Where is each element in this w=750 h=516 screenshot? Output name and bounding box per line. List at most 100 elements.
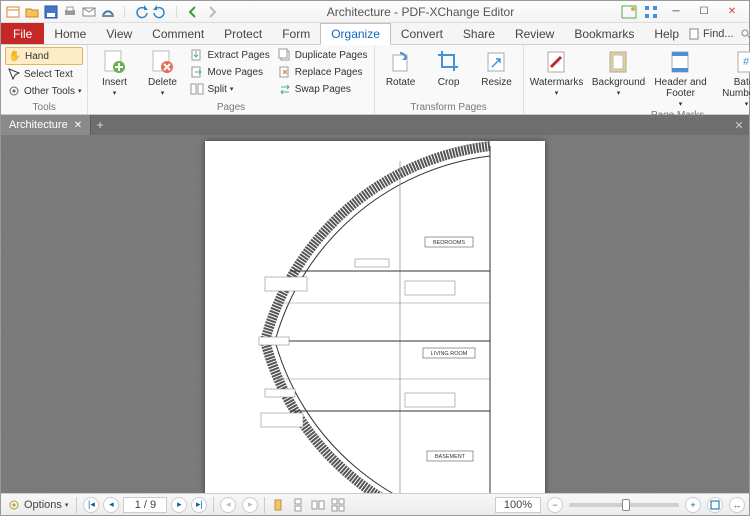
tabstrip-close-icon[interactable]: ✕ xyxy=(729,115,749,135)
insert-icon xyxy=(101,49,127,75)
tab-comment[interactable]: Comment xyxy=(142,23,214,44)
next-page-button[interactable]: ▸ xyxy=(171,497,187,513)
group-transform-label: Transform Pages xyxy=(379,101,519,114)
maximize-button[interactable]: ☐ xyxy=(691,2,717,22)
move-pages-button[interactable]: Move Pages xyxy=(188,64,271,80)
zoom-value[interactable]: 100% xyxy=(495,497,541,513)
document-tab-label: Architecture xyxy=(9,119,68,131)
print-icon[interactable] xyxy=(62,4,78,20)
last-page-button[interactable]: ▸| xyxy=(191,497,207,513)
save-icon[interactable] xyxy=(43,4,59,20)
app-menu-icon[interactable] xyxy=(5,4,21,20)
find-button[interactable]: Find... xyxy=(689,28,734,40)
document-tab-close-icon[interactable]: ✕ xyxy=(74,120,82,131)
delete-pages-button[interactable]: Delete▾ xyxy=(140,47,184,98)
duplicate-pages-button[interactable]: Duplicate Pages xyxy=(276,47,370,63)
background-button[interactable]: Background▾ xyxy=(590,47,648,98)
nav-back-icon[interactable] xyxy=(185,4,201,20)
undo-icon[interactable] xyxy=(133,4,149,20)
search-button[interactable]: Search... xyxy=(740,28,750,40)
watermark-icon xyxy=(544,49,570,75)
document-viewport[interactable]: BEDROOMS LIVING ROOM BASEMENT xyxy=(1,135,749,493)
group-tools-label: Tools xyxy=(5,101,83,114)
redo-icon[interactable] xyxy=(152,4,168,20)
replace-pages-button[interactable]: Replace Pages xyxy=(276,64,370,80)
pdf-page: BEDROOMS LIVING ROOM BASEMENT xyxy=(205,141,545,493)
prev-page-button[interactable]: ◂ xyxy=(103,497,119,513)
zoom-out-button[interactable]: − xyxy=(547,497,563,513)
document-tab-strip: Architecture ✕ + ✕ xyxy=(1,115,749,135)
svg-text:BASEMENT: BASEMENT xyxy=(435,454,466,460)
first-page-button[interactable]: |◂ xyxy=(83,497,99,513)
tab-protect[interactable]: Protect xyxy=(214,23,272,44)
document-tab[interactable]: Architecture ✕ xyxy=(1,115,91,135)
tab-view[interactable]: View xyxy=(96,23,142,44)
tab-help[interactable]: Help xyxy=(644,23,689,44)
quick-launch-icon[interactable] xyxy=(643,4,659,20)
resize-button[interactable]: Resize xyxy=(475,47,519,88)
zoom-in-button[interactable]: + xyxy=(685,497,701,513)
background-icon xyxy=(606,49,632,75)
tab-review[interactable]: Review xyxy=(505,23,564,44)
quick-access-toolbar: ｜ ｜ xyxy=(1,4,224,20)
title-bar: ｜ ｜ Architecture - PDF-XChange Editor ─ … xyxy=(1,1,749,23)
group-pages: Insert▾ Delete▾ Extract Pages Move Pages… xyxy=(88,45,374,114)
group-page-marks: Watermarks▾ Background▾ Header and Foote… xyxy=(524,45,750,114)
add-tab-button[interactable]: + xyxy=(91,115,109,135)
rotate-button[interactable]: Rotate xyxy=(379,47,423,88)
tab-convert[interactable]: Convert xyxy=(391,23,453,44)
ui-options-icon[interactable] xyxy=(621,4,637,20)
tab-bookmarks[interactable]: Bookmarks xyxy=(564,23,644,44)
tab-form[interactable]: Form xyxy=(272,23,320,44)
mail-icon[interactable] xyxy=(81,4,97,20)
minimize-button[interactable]: ─ xyxy=(663,2,689,22)
layout-two-continuous-icon[interactable] xyxy=(331,498,345,512)
resize-icon xyxy=(484,49,510,75)
status-bar: Options ▾ |◂ ◂ 1 / 9 ▸ ▸| ◂ ▸ 100% − + ↔ xyxy=(1,493,749,515)
group-transform: Rotate Crop Resize Transform Pages xyxy=(375,45,524,114)
history-back-button[interactable]: ◂ xyxy=(220,497,236,513)
group-pages-label: Pages xyxy=(92,101,369,114)
tab-share[interactable]: Share xyxy=(453,23,505,44)
layout-single-icon[interactable] xyxy=(271,498,285,512)
open-icon[interactable] xyxy=(24,4,40,20)
fit-page-button[interactable] xyxy=(707,497,723,513)
rotate-icon xyxy=(388,49,414,75)
history-fwd-button[interactable]: ▸ xyxy=(242,497,258,513)
tab-home[interactable]: Home xyxy=(44,23,96,44)
watermarks-button[interactable]: Watermarks▾ xyxy=(528,47,586,98)
scan-icon[interactable] xyxy=(100,4,116,20)
swap-pages-button[interactable]: Swap Pages xyxy=(276,81,370,97)
window-title: Architecture - PDF-XChange Editor xyxy=(224,5,617,19)
extract-pages-button[interactable]: Extract Pages xyxy=(188,47,271,63)
other-tools-menu[interactable]: Other Tools ▾ xyxy=(5,83,83,99)
select-text-tool[interactable]: Select Text xyxy=(5,66,83,82)
page-nav-cluster: |◂ ◂ 1 / 9 ▸ ▸| xyxy=(83,497,207,513)
crop-button[interactable]: Crop xyxy=(427,47,471,88)
group-tools: ✋Hand Select Text Other Tools ▾ Tools xyxy=(1,45,88,114)
zoom-slider[interactable] xyxy=(569,503,679,507)
header-footer-button[interactable]: Header and Footer▾ xyxy=(652,47,710,109)
layout-continuous-icon[interactable] xyxy=(291,498,305,512)
header-footer-icon xyxy=(668,49,694,75)
ribbon: ✋Hand Select Text Other Tools ▾ Tools In… xyxy=(1,45,749,115)
svg-text:BEDROOMS: BEDROOMS xyxy=(433,240,465,246)
nav-forward-icon[interactable] xyxy=(204,4,220,20)
svg-text:#: # xyxy=(743,56,750,68)
file-tab[interactable]: File xyxy=(1,23,44,44)
fit-width-button[interactable]: ↔ xyxy=(729,497,745,513)
bates-numbering-button[interactable]: # Bates Numbering▾ xyxy=(714,47,750,109)
crop-icon xyxy=(436,49,462,75)
layout-two-icon[interactable] xyxy=(311,498,325,512)
bates-icon: # xyxy=(734,49,750,75)
split-pages-button[interactable]: Split ▾ xyxy=(188,81,271,97)
insert-pages-button[interactable]: Insert▾ xyxy=(92,47,136,98)
options-button[interactable]: Options ▾ xyxy=(5,497,70,513)
page-indicator[interactable]: 1 / 9 xyxy=(123,497,167,513)
delete-icon xyxy=(149,49,175,75)
close-button[interactable]: ✕ xyxy=(719,2,745,22)
ribbon-tab-strip: File Home View Comment Protect Form Orga… xyxy=(1,23,749,45)
tab-organize[interactable]: Organize xyxy=(320,23,391,45)
window-controls: ─ ☐ ✕ xyxy=(663,2,749,22)
hand-tool[interactable]: ✋Hand xyxy=(5,47,83,65)
